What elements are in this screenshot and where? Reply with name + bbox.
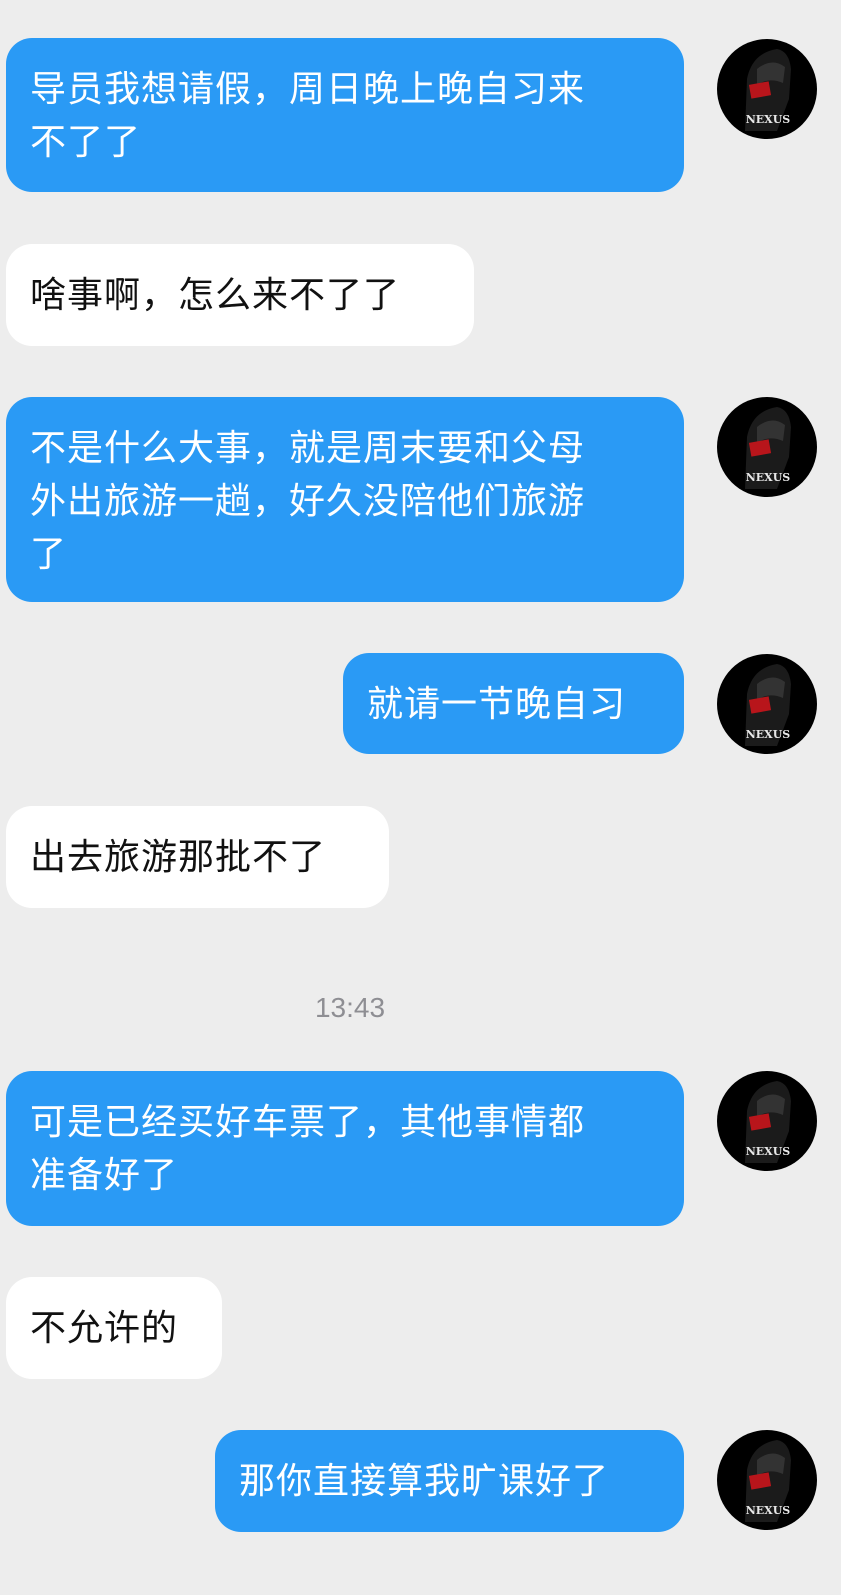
- message-bubble-incoming[interactable]: 不允许的: [6, 1277, 222, 1379]
- message-bubble-outgoing[interactable]: 导员我想请假，周日晚上晚自习来 不了了: [6, 38, 684, 192]
- svg-text:NEXUS: NEXUS: [746, 471, 791, 484]
- message-bubble-outgoing[interactable]: 可是已经买好车票了，其他事情都 准备好了: [6, 1071, 684, 1226]
- message-bubble-incoming[interactable]: 啥事啊，怎么来不了了: [6, 244, 474, 346]
- svg-text:NEXUS: NEXUS: [746, 728, 791, 741]
- helmet-logo-icon: NEXUS: [745, 664, 791, 746]
- svg-text:NEXUS: NEXUS: [746, 113, 791, 126]
- helmet-logo-icon: NEXUS: [745, 407, 791, 489]
- helmet-logo-icon: NEXUS: [745, 49, 791, 131]
- message-bubble-outgoing[interactable]: 就请一节晚自习: [343, 653, 684, 754]
- message-bubble-outgoing[interactable]: 不是什么大事，就是周末要和父母 外出旅游一趟，好久没陪他们旅游 了: [6, 397, 684, 602]
- helmet-logo-icon: NEXUS: [745, 1440, 791, 1522]
- avatar[interactable]: NEXUS: [717, 654, 817, 754]
- message-bubble-outgoing[interactable]: 那你直接算我旷课好了: [215, 1430, 684, 1532]
- avatar[interactable]: NEXUS: [717, 397, 817, 497]
- helmet-logo-icon: NEXUS: [745, 1081, 791, 1163]
- svg-text:NEXUS: NEXUS: [746, 1145, 791, 1158]
- avatar[interactable]: NEXUS: [717, 1071, 817, 1171]
- avatar[interactable]: NEXUS: [717, 39, 817, 139]
- message-timestamp: 13:43: [314, 992, 386, 1023]
- avatar[interactable]: NEXUS: [717, 1430, 817, 1530]
- message-bubble-incoming[interactable]: 出去旅游那批不了: [6, 806, 389, 908]
- svg-text:NEXUS: NEXUS: [746, 1504, 791, 1517]
